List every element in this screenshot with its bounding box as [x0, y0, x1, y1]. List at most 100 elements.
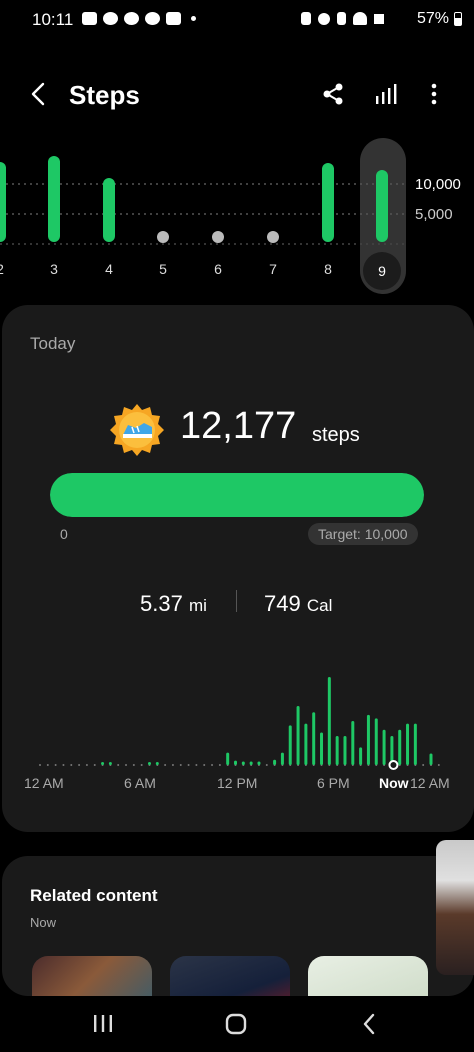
baseline-dot	[179, 764, 182, 766]
time-label-12am-end: 12 AM	[410, 775, 450, 791]
more-vertical-icon	[431, 83, 437, 105]
back-button[interactable]	[26, 78, 54, 110]
weekly-steps-chart: 2 3 4 5 6 7 8 9 10,000 5,000	[0, 130, 474, 300]
day-label[interactable]: 8	[316, 261, 340, 277]
hour-bar	[147, 762, 151, 765]
hour-bar	[226, 752, 230, 765]
baseline-dot	[211, 764, 214, 766]
trends-button[interactable]	[372, 78, 402, 110]
calories-metric: 749 Cal	[264, 591, 332, 617]
baseline-dot	[265, 764, 268, 766]
share-icon	[323, 83, 343, 105]
hour-bar	[335, 735, 339, 765]
day-label[interactable]: 7	[261, 261, 285, 277]
baseline-dot	[125, 764, 128, 766]
hour-bar	[249, 761, 253, 765]
hour-bar	[273, 759, 277, 765]
baseline-dot	[422, 764, 425, 766]
baseline-dot	[171, 764, 174, 766]
today-card[interactable]: Today 12,177 steps 0 Target: 10,000 5.37…	[2, 305, 474, 832]
day-empty-marker	[212, 231, 224, 243]
step-count: 12,177	[180, 405, 297, 447]
nav-back-button[interactable]	[355, 1010, 385, 1038]
hour-bar	[257, 761, 261, 765]
recents-button[interactable]	[88, 1010, 118, 1038]
now-marker	[388, 760, 399, 770]
hour-bar	[304, 723, 308, 765]
day-bar	[322, 163, 334, 242]
baseline-dot	[187, 764, 190, 766]
baseline-dot	[218, 764, 221, 766]
related-subtitle: Now	[30, 915, 57, 930]
app-header: Steps	[0, 72, 474, 116]
share-button[interactable]	[318, 78, 348, 110]
more-notifications-icon	[191, 16, 196, 21]
baseline-dot	[437, 764, 440, 766]
distance-value: 5.37	[140, 591, 183, 616]
step-unit: steps	[312, 424, 360, 446]
time-label-12am: 12 AM	[24, 775, 64, 791]
day-bar	[0, 162, 6, 242]
system-icons	[301, 12, 384, 25]
baseline-dot	[54, 764, 57, 766]
baseline-dot	[140, 764, 143, 766]
recents-icon	[94, 1015, 112, 1032]
home-icon	[225, 1013, 247, 1035]
hour-bar	[374, 718, 378, 765]
hour-bar	[288, 725, 292, 765]
baseline-dot	[117, 764, 120, 766]
status-time: 10:11	[32, 10, 74, 29]
time-label-6am: 6 AM	[124, 775, 156, 791]
time-label-12pm: 12 PM	[217, 775, 258, 791]
related-thumbnail[interactable]	[32, 956, 152, 996]
hour-bar	[406, 723, 410, 765]
baseline-dot	[195, 764, 198, 766]
hour-bar	[280, 752, 284, 765]
shoe-badge-icon	[110, 403, 164, 457]
day-bar	[103, 178, 115, 242]
more-options-button[interactable]	[420, 78, 450, 110]
hour-bar	[382, 729, 386, 765]
step-progress-fill	[50, 473, 424, 517]
back-icon	[363, 1013, 375, 1035]
metric-divider	[236, 590, 237, 612]
related-thumbnail[interactable]	[308, 956, 428, 996]
system-nav-bar	[0, 996, 474, 1052]
hour-bar	[351, 721, 355, 765]
battery-icon	[454, 12, 462, 26]
home-button[interactable]	[221, 1010, 251, 1038]
hour-bar	[155, 762, 159, 765]
picture-in-picture-video[interactable]	[436, 840, 474, 975]
hour-bar	[320, 732, 324, 765]
day-label[interactable]: 9	[363, 252, 401, 290]
day-label[interactable]: 3	[42, 261, 66, 277]
hour-bar	[312, 712, 316, 765]
related-thumbnail[interactable]	[170, 956, 290, 996]
progress-min-label: 0	[60, 526, 68, 542]
day-label[interactable]: 2	[0, 261, 12, 277]
hour-bar	[398, 729, 402, 765]
step-progress-bar	[50, 473, 424, 517]
day-empty-marker	[157, 231, 169, 243]
baseline-dot	[39, 764, 41, 766]
day-label[interactable]: 5	[151, 261, 175, 277]
hour-bar	[241, 761, 245, 765]
wifi-icon	[353, 12, 367, 25]
youtube-icon	[166, 12, 181, 25]
hour-bar	[234, 760, 237, 765]
goal-label-10000: 10,000	[415, 176, 461, 193]
notification-icons	[82, 12, 196, 25]
hour-bar	[296, 706, 300, 765]
fingerprint-icon	[103, 12, 118, 25]
battery-percent: 57%	[416, 10, 449, 27]
status-bar: 10:11 57%	[0, 0, 474, 40]
calories-unit: Cal	[306, 596, 333, 615]
baseline-dot	[132, 764, 135, 766]
youtube-icon	[82, 12, 97, 25]
day-label[interactable]: 6	[206, 261, 230, 277]
day-label[interactable]: 4	[97, 261, 121, 277]
distance-metric: 5.37 mi	[140, 591, 207, 617]
weekly-bars	[0, 156, 405, 245]
chevron-left-icon	[31, 82, 45, 106]
day-bar	[376, 170, 388, 242]
